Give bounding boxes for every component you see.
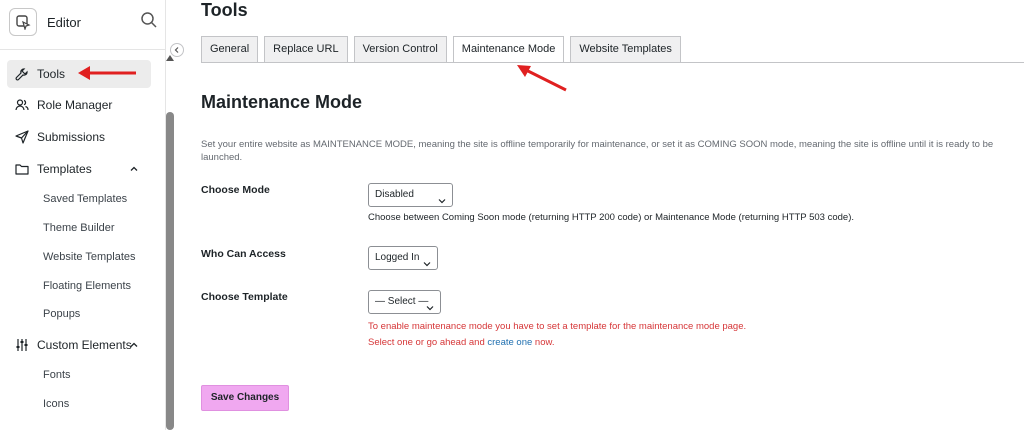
chevron-down-icon xyxy=(423,255,431,267)
sidebar-scrollbar-thumb[interactable] xyxy=(166,112,174,430)
chevron-left-icon xyxy=(174,47,179,53)
sidebar-subitem-popups[interactable]: Popups xyxy=(43,308,80,320)
sidebar-subitem-icons[interactable]: Icons xyxy=(43,398,69,410)
annotation-arrow-maintenance-tab xyxy=(517,65,567,92)
editor-logo-icon[interactable] xyxy=(9,8,37,36)
collapse-sidebar-button[interactable] xyxy=(170,43,184,57)
save-changes-button[interactable]: Save Changes xyxy=(201,385,289,411)
chevron-down-icon xyxy=(426,299,434,311)
create-template-link[interactable]: create one xyxy=(487,337,532,348)
sidebar-divider xyxy=(0,49,166,50)
send-icon xyxy=(15,130,29,144)
who-can-access-select[interactable]: Logged In xyxy=(368,246,438,270)
choose-template-value: — Select — xyxy=(375,296,429,307)
annotation-arrow-tools xyxy=(78,66,136,80)
choose-template-select[interactable]: — Select — xyxy=(368,290,441,314)
tab-replace-url[interactable]: Replace URL xyxy=(264,36,348,63)
wrench-icon xyxy=(15,67,29,81)
users-icon xyxy=(15,98,29,112)
chevron-up-icon[interactable] xyxy=(129,339,139,349)
who-can-access-label: Who Can Access xyxy=(201,248,286,260)
template-warning-line2: Select one or go ahead and create one no… xyxy=(368,337,554,348)
tab-version-control[interactable]: Version Control xyxy=(353,36,447,63)
sidebar-item-submissions[interactable]: Submissions xyxy=(7,123,151,151)
choose-mode-label: Choose Mode xyxy=(201,184,270,196)
sidebar-item-label: Templates xyxy=(37,162,92,176)
sliders-icon xyxy=(15,338,29,352)
tab-maintenance-mode[interactable]: Maintenance Mode xyxy=(452,36,565,63)
sidebar-subitem-saved-templates[interactable]: Saved Templates xyxy=(43,193,127,205)
sidebar-item-label: Tools xyxy=(37,67,66,81)
tabs-divider xyxy=(201,62,1024,63)
page-title: Tools xyxy=(201,0,248,20)
section-title: Maintenance Mode xyxy=(201,92,363,112)
section-description: Set your entire website as MAINTENANCE M… xyxy=(201,139,994,163)
chevron-down-icon xyxy=(438,192,446,204)
sidebar-subitem-theme-builder[interactable]: Theme Builder xyxy=(43,222,115,234)
search-icon[interactable] xyxy=(140,11,158,29)
sidebar-title: Editor xyxy=(47,14,81,30)
sidebar-item-label: Submissions xyxy=(37,130,106,144)
choose-mode-help: Choose between Coming Soon mode (returni… xyxy=(368,212,854,223)
tab-website-templates[interactable]: Website Templates xyxy=(570,36,681,63)
sidebar-subitem-website-templates[interactable]: Website Templates xyxy=(43,251,136,263)
choose-mode-value: Disabled xyxy=(375,189,414,200)
template-warning-suffix: now. xyxy=(532,337,555,348)
sidebar-item-label: Custom Elements xyxy=(37,338,132,352)
sidebar-item-templates[interactable]: Templates xyxy=(7,155,151,183)
template-warning-prefix: Select one or go ahead and xyxy=(368,337,488,348)
sidebar-item-role-manager[interactable]: Role Manager xyxy=(7,91,151,119)
choose-template-label: Choose Template xyxy=(201,291,288,303)
tab-general[interactable]: General xyxy=(201,36,259,63)
main-content: Tools General Replace URL Version Contro… xyxy=(186,0,1024,430)
sidebar-subitem-floating-elements[interactable]: Floating Elements xyxy=(43,280,131,292)
template-warning-line1: To enable maintenance mode you have to s… xyxy=(368,321,747,332)
tool-tabs: General Replace URL Version Control Main… xyxy=(201,36,687,63)
chevron-up-icon[interactable] xyxy=(129,163,139,173)
sidebar-item-custom-elements[interactable]: Custom Elements xyxy=(7,331,151,359)
choose-mode-select[interactable]: Disabled xyxy=(368,183,453,207)
sidebar-subitem-fonts[interactable]: Fonts xyxy=(43,369,71,381)
folder-icon xyxy=(15,162,29,176)
who-can-access-value: Logged In xyxy=(375,252,420,263)
sidebar-item-label: Role Manager xyxy=(37,98,113,112)
